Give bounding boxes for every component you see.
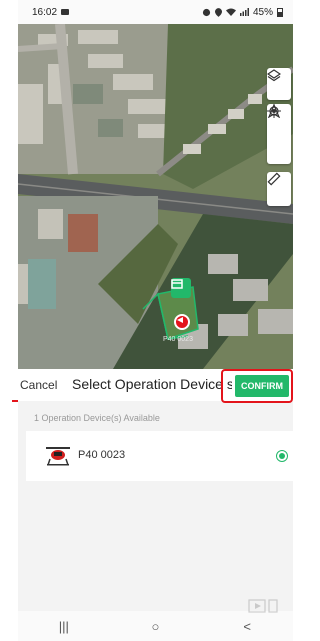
locate-icon[interactable]	[267, 104, 290, 160]
phone-screen: 16:02 45% P40 0023 Cancel Select Operati…	[18, 0, 293, 641]
battery-percent: 45%	[252, 6, 273, 18]
wifi-icon	[225, 8, 236, 16]
recents-button[interactable]: |||	[44, 619, 84, 634]
annotation-mark	[12, 400, 18, 402]
confirm-highlight-box: CONFIRM	[221, 369, 293, 403]
cancel-button[interactable]: Cancel	[20, 378, 57, 392]
device-select-sheet: Cancel Select Operation Device s CONFIRM…	[18, 369, 293, 611]
sheet-header: Cancel Select Operation Device s CONFIRM	[18, 369, 293, 403]
status-time: 16:02	[32, 6, 58, 18]
device-list-item[interactable]: P40 0023	[26, 431, 293, 481]
device-name: P40 0023	[78, 449, 126, 461]
device-map-label: P40 0023	[163, 336, 193, 343]
confirm-button[interactable]: CONFIRM	[235, 375, 289, 397]
layers-button[interactable]	[267, 68, 291, 100]
home-button[interactable]: ○	[135, 619, 175, 634]
signal-icon	[239, 8, 249, 16]
layers-icon	[267, 69, 290, 95]
watermark-logo	[248, 599, 278, 613]
status-bar: 16:02 45%	[18, 0, 293, 24]
map-imagery	[18, 24, 293, 369]
available-count: 1 Operation Device(s) Available	[34, 413, 160, 423]
device-location-icon[interactable]	[174, 314, 190, 330]
sheet-title: Select Operation Device s	[72, 376, 232, 392]
satellite-map[interactable]: P40 0023	[18, 24, 293, 369]
location-icon	[214, 7, 222, 17]
device-radio[interactable]	[276, 450, 288, 462]
notification-icon	[61, 9, 70, 15]
ruler-icon	[267, 172, 290, 200]
radio-selected-dot	[279, 453, 285, 459]
map-tools-group	[267, 104, 291, 164]
field-marker-icon[interactable]	[171, 278, 191, 298]
measure-button[interactable]	[267, 172, 291, 206]
drone-icon	[46, 447, 70, 466]
alarm-icon	[202, 8, 211, 16]
battery-icon	[277, 7, 283, 17]
